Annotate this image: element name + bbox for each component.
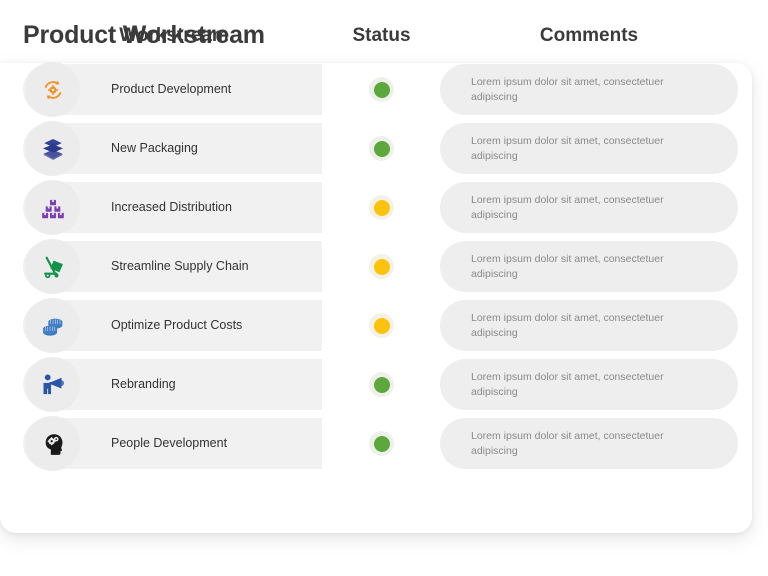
table-row: Streamline Supply Chain Lorem ipsum dolor… (0, 241, 752, 292)
stacked-boxes-icon (25, 180, 80, 235)
status-badge-halo (369, 431, 394, 456)
status-badge-halo (369, 136, 394, 161)
comment-text: Lorem ipsum dolor sit amet, consectetuer… (440, 75, 738, 105)
status-cell (323, 182, 440, 233)
comment-text: Lorem ipsum dolor sit amet, consectetuer… (440, 429, 738, 459)
status-cell (323, 241, 440, 292)
status-cell (323, 359, 440, 410)
hand-truck-icon (25, 239, 80, 294)
status-cell (323, 64, 440, 115)
table-row: Increased Distribution Lorem ipsum dolor … (0, 182, 752, 233)
status-badge-halo (369, 313, 394, 338)
comment-cell: Lorem ipsum dolor sit amet, consectetuer… (440, 123, 738, 174)
table-row: Optimize Product Costs Lorem ipsum dolor … (0, 300, 752, 351)
table-row: Rebranding Lorem ipsum dolor sit amet, co… (0, 359, 752, 410)
status-badge (374, 318, 390, 334)
workstream-label: New Packaging (111, 123, 198, 174)
workstream-label: People Development (111, 418, 227, 469)
coin-stack-icon (25, 298, 80, 353)
workstream-label: Rebranding (111, 359, 176, 410)
recycle-gear-icon (25, 62, 80, 117)
comment-cell: Lorem ipsum dolor sit amet, consectetuer… (440, 64, 738, 115)
status-badge (374, 82, 390, 98)
table-row: New Packaging Lorem ipsum dolor sit amet,… (0, 123, 752, 174)
workstream-label: Product Development (111, 64, 231, 115)
status-badge (374, 436, 390, 452)
comment-text: Lorem ipsum dolor sit amet, consectetuer… (440, 311, 738, 341)
comment-cell: Lorem ipsum dolor sit amet, consectetuer… (440, 300, 738, 351)
status-cell (323, 300, 440, 351)
comment-text: Lorem ipsum dolor sit amet, consectetuer… (440, 370, 738, 400)
head-gears-icon (25, 416, 80, 471)
open-box-icon (25, 121, 80, 176)
comment-text: Lorem ipsum dolor sit amet, consectetuer… (440, 134, 738, 164)
status-badge (374, 200, 390, 216)
workstream-row-list: Product Development Lorem ipsum dolor sit… (0, 64, 752, 477)
comment-cell: Lorem ipsum dolor sit amet, consectetuer… (440, 241, 738, 292)
workstream-label: Optimize Product Costs (111, 300, 242, 351)
status-badge (374, 141, 390, 157)
comment-cell: Lorem ipsum dolor sit amet, consectetuer… (440, 359, 738, 410)
column-header-comments: Comments (440, 25, 738, 47)
status-badge (374, 377, 390, 393)
workstream-label: Increased Distribution (111, 182, 232, 233)
megaphone-person-icon (25, 357, 80, 412)
status-cell (323, 418, 440, 469)
status-badge-halo (369, 372, 394, 397)
comment-cell: Lorem ipsum dolor sit amet, consectetuer… (440, 182, 738, 233)
status-badge-halo (369, 195, 394, 220)
comment-cell: Lorem ipsum dolor sit amet, consectetuer… (440, 418, 738, 469)
comment-text: Lorem ipsum dolor sit amet, consectetuer… (440, 252, 738, 282)
status-badge-halo (369, 77, 394, 102)
status-cell (323, 123, 440, 174)
comment-text: Lorem ipsum dolor sit amet, consectetuer… (440, 193, 738, 223)
status-badge-halo (369, 254, 394, 279)
table-row: Product Development Lorem ipsum dolor sit… (0, 64, 752, 115)
workstream-label: Streamline Supply Chain (111, 241, 249, 292)
column-header-workstream: Workstream (64, 25, 284, 47)
column-header-status: Status (323, 25, 440, 47)
status-badge (374, 259, 390, 275)
table-row: People Development Lorem ipsum dolor sit … (0, 418, 752, 469)
